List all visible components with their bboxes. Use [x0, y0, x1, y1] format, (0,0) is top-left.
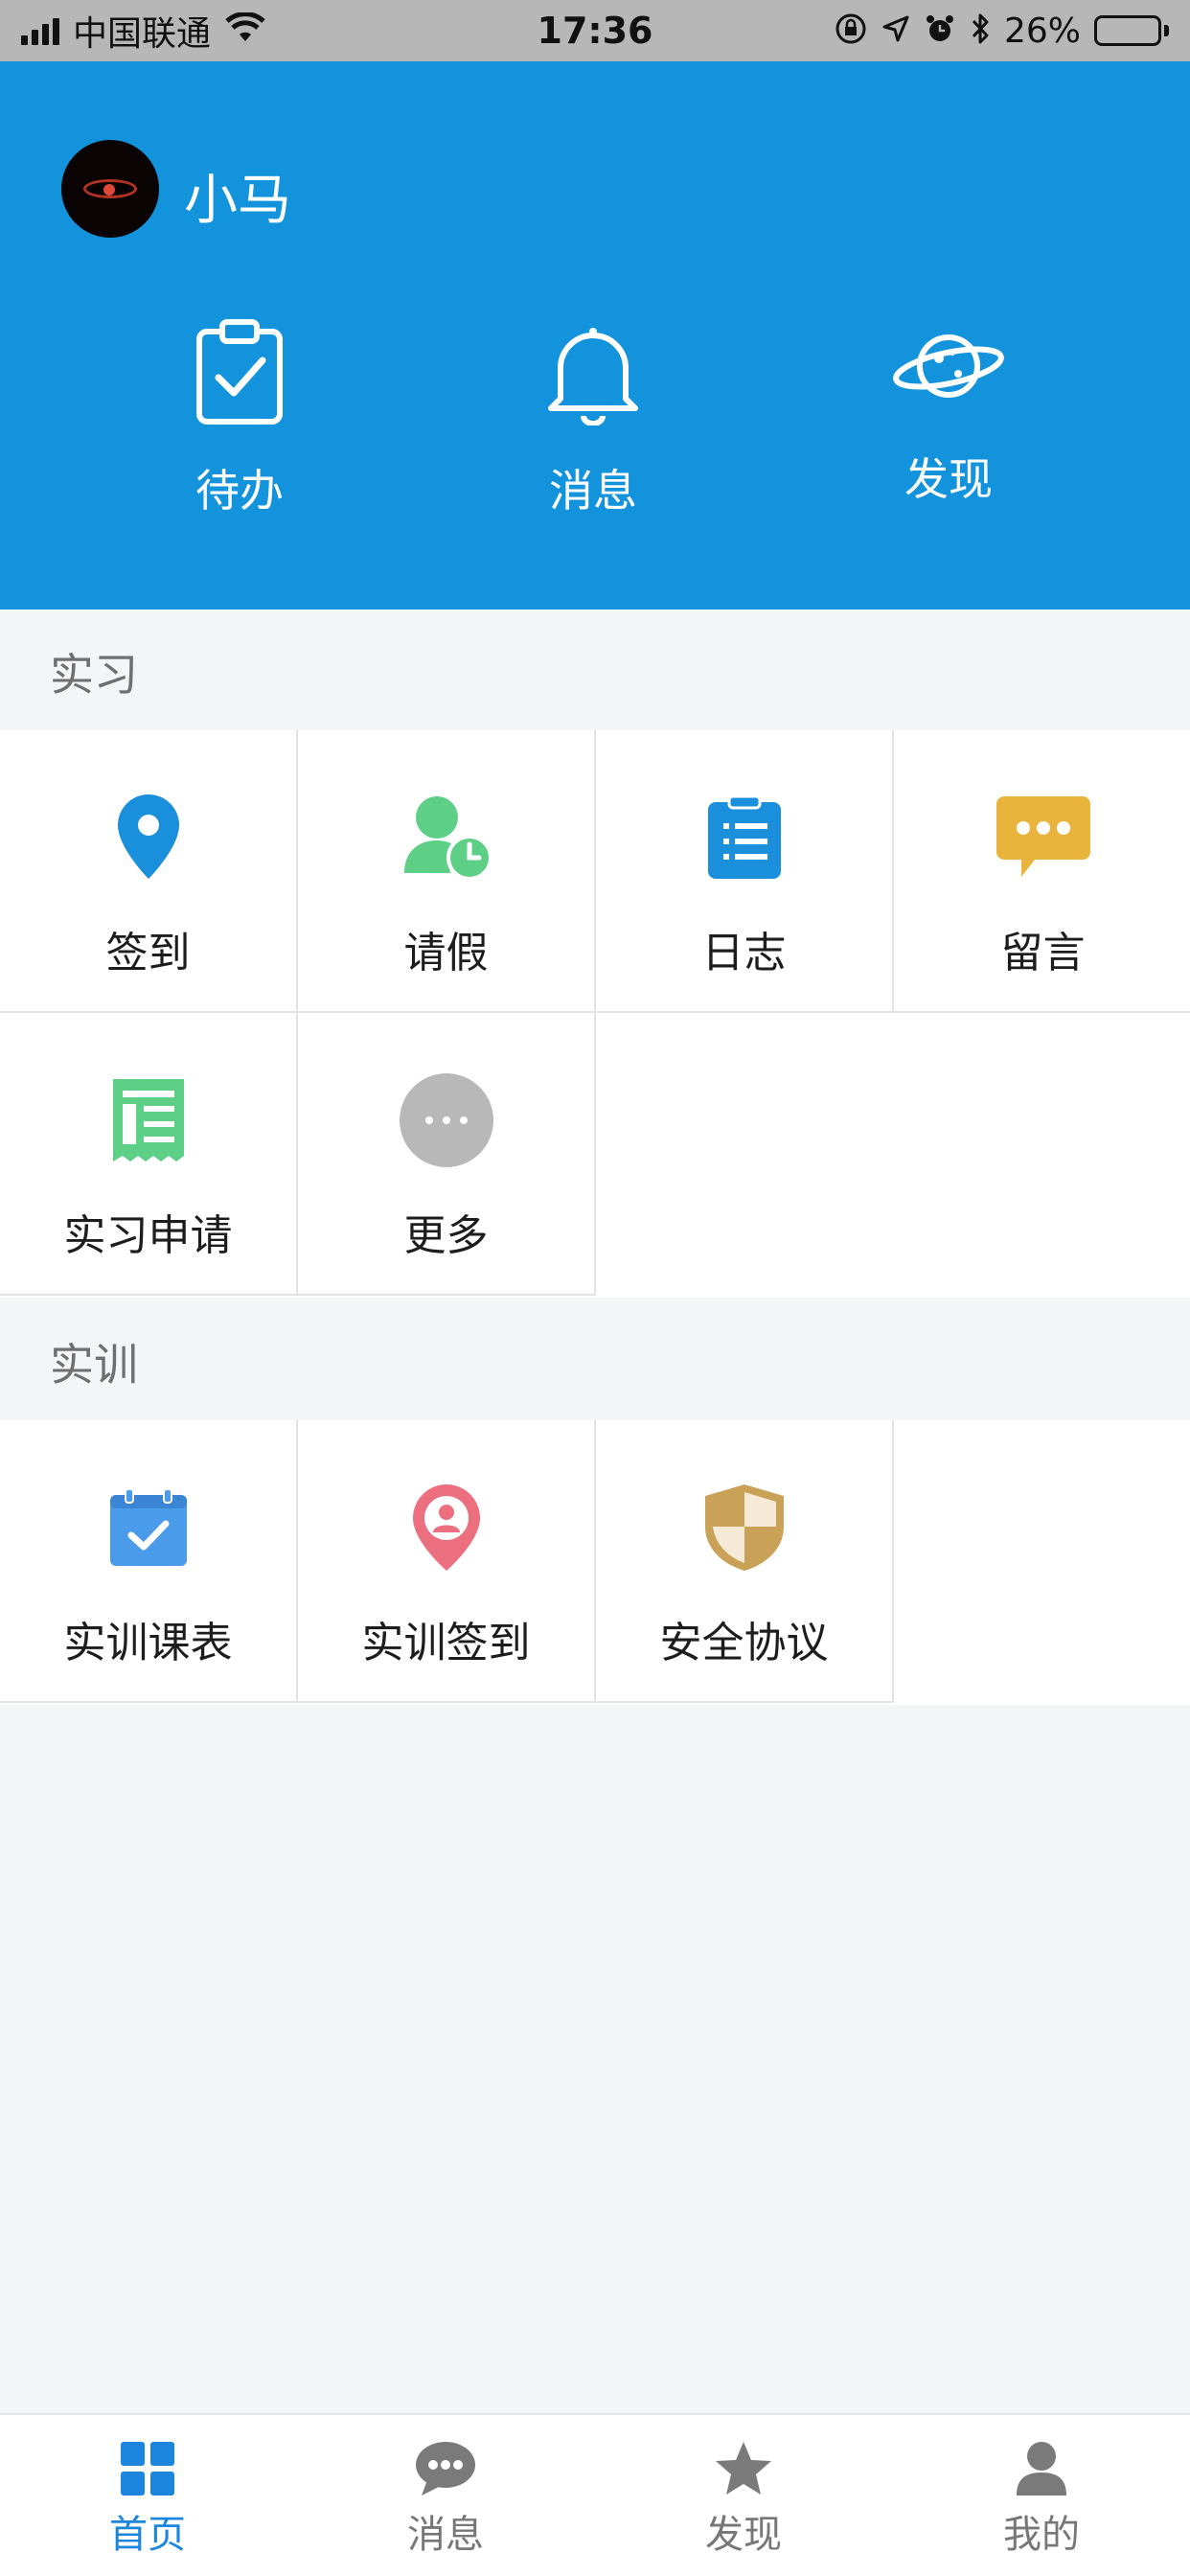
tab-home[interactable]: 首页 [52, 2440, 243, 2559]
shield-icon [703, 1483, 786, 1576]
calendar-check-icon [108, 1487, 189, 1572]
tab-label: 发现 [705, 2513, 782, 2557]
grid-item-checkin[interactable]: 签到 [0, 730, 298, 1013]
rotation-lock-icon [834, 12, 868, 50]
wifi-icon [224, 12, 266, 49]
grid-item-training-checkin[interactable]: 实训签到 [298, 1420, 596, 1703]
grid-item-internship-apply[interactable]: 实习申请 [0, 1013, 298, 1296]
alarm-icon [924, 12, 956, 49]
notebook-list-icon [706, 794, 783, 885]
section-title-training: 实训 [50, 1339, 138, 1391]
todo-label: 待办 [195, 465, 284, 517]
grid-item-label: 留言 [1000, 929, 1086, 978]
grid-item-message[interactable]: 留言 [894, 730, 1190, 1013]
discover-label: 发现 [904, 453, 993, 505]
status-bar: 中国联通 17:36 26% [0, 0, 1190, 61]
tab-label: 我的 [1003, 2513, 1080, 2557]
discover-shortcut[interactable]: 发现 [843, 318, 1054, 508]
grid-item-label: 日志 [701, 929, 787, 978]
grid-item-label: 实习申请 [63, 1211, 233, 1260]
grid-item-label: 签到 [105, 929, 191, 978]
tab-mine[interactable]: 我的 [946, 2440, 1137, 2559]
grid-item-label: 请假 [403, 929, 489, 978]
grid-home-icon [52, 2440, 243, 2497]
grid-item-leave[interactable]: 请假 [298, 730, 596, 1013]
section-title-internship: 实习 [50, 649, 138, 701]
person-pin-icon [410, 1483, 483, 1576]
profile-header: 小马 待办 消息 发现 [0, 61, 1190, 610]
grid-item-label: 安全协议 [659, 1619, 829, 1668]
planet-icon [843, 318, 1054, 414]
chat-icon [350, 2440, 541, 2497]
grid-empty-cell [596, 1013, 894, 1296]
carrier-name: 中国联通 [73, 14, 212, 54]
messages-label: 消息 [549, 465, 637, 517]
grid-item-label: 更多 [403, 1211, 489, 1260]
location-arrow-icon [881, 14, 910, 47]
messages-shortcut[interactable]: 消息 [488, 318, 698, 519]
avatar[interactable] [61, 140, 159, 238]
grid-item-training-schedule[interactable]: 实训课表 [0, 1420, 298, 1703]
bell-icon [488, 318, 698, 426]
grid-item-label: 实训课表 [63, 1619, 233, 1668]
signal-icon [21, 16, 59, 45]
bluetooth-icon [970, 12, 991, 49]
tab-label: 首页 [109, 2513, 186, 2557]
grid-item-label: 实训签到 [361, 1619, 531, 1668]
grid-item-more[interactable]: 更多 [298, 1013, 596, 1296]
tab-bar: 首页 消息 发现 我的 [0, 2413, 1190, 2576]
username: 小马 [184, 170, 291, 232]
tab-messages[interactable]: 消息 [350, 2440, 541, 2559]
user-icon [946, 2440, 1137, 2497]
tab-label: 消息 [407, 2513, 484, 2557]
grid-empty-cell [894, 1420, 1190, 1703]
star-icon [648, 2440, 839, 2497]
grid-item-safety-agreement[interactable]: 安全协议 [596, 1420, 894, 1703]
tab-discover[interactable]: 发现 [648, 2440, 839, 2559]
more-icon [399, 1072, 494, 1172]
battery-icon [1094, 15, 1169, 46]
battery-percent: 26% [1003, 11, 1081, 51]
chat-bubble-icon [995, 794, 1092, 885]
form-document-icon [111, 1077, 186, 1167]
grid-item-journal[interactable]: 日志 [596, 730, 894, 1013]
todo-shortcut[interactable]: 待办 [134, 318, 345, 519]
location-pin-icon [115, 793, 182, 886]
user-clock-icon [400, 793, 492, 886]
clipboard-check-icon [134, 318, 345, 426]
